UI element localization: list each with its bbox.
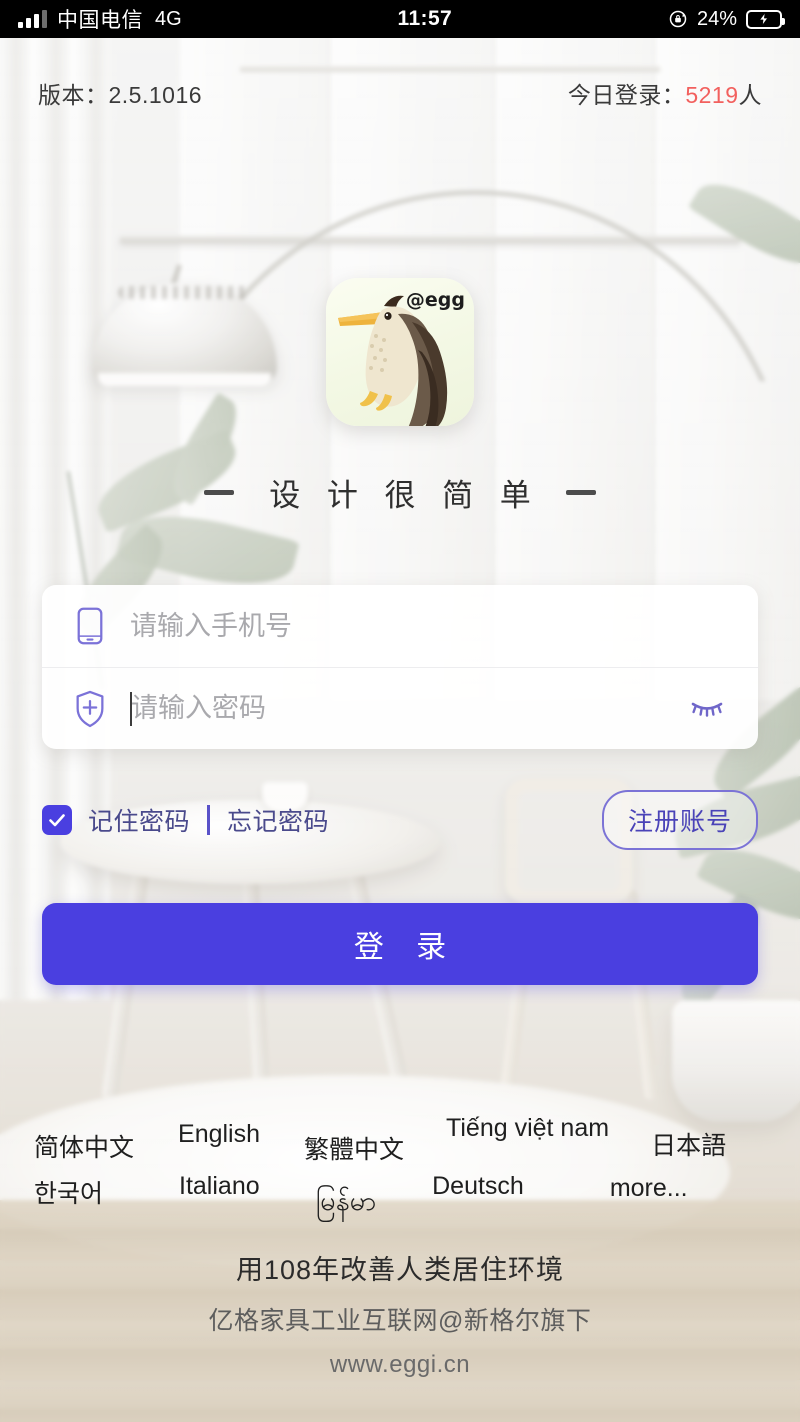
today-login-count: 5219: [685, 82, 739, 108]
language-option-italian[interactable]: Italiano: [179, 1172, 260, 1201]
clock-label: 11:57: [397, 7, 453, 30]
shield-plus-icon: [70, 690, 110, 728]
options-divider: [207, 805, 211, 835]
tagline-dash-left: [204, 490, 235, 495]
tagline-text: 设 计 很 简 单: [269, 478, 540, 513]
rotation-lock-icon: [669, 10, 687, 28]
login-button[interactable]: 登 录: [42, 903, 758, 985]
mobile-phone-icon: [70, 607, 110, 645]
status-bar-left: 中国电信 4G: [18, 4, 182, 34]
footer-website: www.eggi.cn: [329, 1351, 471, 1378]
remember-password-checkbox[interactable]: [42, 805, 72, 835]
password-input[interactable]: [111, 693, 684, 724]
language-option-japanese[interactable]: 日本語: [651, 1126, 726, 1162]
header-row: 版本：2.5.1016 今日登录：5219人: [0, 76, 800, 110]
phone-field-row[interactable]: [42, 585, 758, 667]
logo-badge-text: @egg: [405, 289, 465, 311]
footer-slogan: 用108年改善人类居住环境: [235, 1255, 565, 1285]
language-row-1: 简体中文 English 繁體中文 Tiếng việt nam 日本語: [0, 1112, 800, 1170]
password-field-row[interactable]: [42, 667, 758, 749]
options-row: 记住密码 忘记密码 注册账号: [42, 790, 758, 850]
options-left-group: 记住密码 忘记密码: [42, 802, 329, 838]
eye-closed-icon: [691, 702, 723, 717]
language-option-english[interactable]: English: [178, 1120, 260, 1149]
today-login-label: 今日登录：: [567, 82, 686, 108]
language-option-simplified-chinese[interactable]: 简体中文: [34, 1128, 134, 1164]
language-row-2: 한국어 Italiano မြန်မာ Deutsch more...: [0, 1170, 800, 1228]
forgot-password-link[interactable]: 忘记密码: [227, 802, 329, 838]
network-type-label: 4G: [155, 7, 182, 30]
status-bar: 中国电信 4G 11:57 24%: [0, 0, 800, 38]
password-visibility-toggle[interactable]: [684, 691, 730, 727]
tagline: 设 计 很 简 单: [0, 470, 800, 515]
signal-strength-icon: [18, 10, 47, 28]
language-option-korean[interactable]: 한국어: [34, 1174, 103, 1210]
language-option-burmese[interactable]: မြန်မာ: [316, 1184, 376, 1224]
register-account-button[interactable]: 注册账号: [601, 790, 758, 850]
today-login-counter: 今日登录：5219人: [568, 76, 762, 110]
language-option-traditional-chinese[interactable]: 繁體中文: [304, 1130, 404, 1166]
login-screen: 中国电信 4G 11:57 24% 版本：2.5.1016 今日登录：5219人: [0, 0, 800, 1422]
language-option-vietnamese[interactable]: Tiếng việt nam: [446, 1114, 609, 1143]
tagline-dash-right: [565, 490, 596, 495]
check-icon: [49, 814, 65, 827]
app-logo: @egg: [326, 278, 474, 426]
carrier-label: 中国电信: [57, 9, 143, 32]
login-form-card: [42, 585, 758, 749]
language-option-german[interactable]: Deutsch: [432, 1172, 524, 1201]
language-selector: 简体中文 English 繁體中文 Tiếng việt nam 日本語 한국어…: [0, 1112, 800, 1228]
battery-icon: [746, 9, 785, 29]
phone-input[interactable]: [110, 610, 730, 642]
footer: 用108年改善人类居住环境 亿格家具工业互联网@新格尔旗下 www.eggi.c…: [0, 1248, 800, 1379]
today-login-suffix: 人: [738, 82, 762, 108]
logo-card: @egg: [326, 278, 474, 426]
status-bar-right: 24%: [668, 7, 785, 31]
footer-company: 亿格家具工业互联网@新格尔旗下: [208, 1307, 592, 1335]
remember-password-label[interactable]: 记住密码: [88, 802, 190, 838]
battery-percent-label: 24%: [696, 7, 737, 30]
app-version-label: 版本：2.5.1016: [38, 82, 203, 108]
charging-bolt-icon: [759, 12, 768, 26]
language-option-more[interactable]: more...: [610, 1174, 688, 1203]
